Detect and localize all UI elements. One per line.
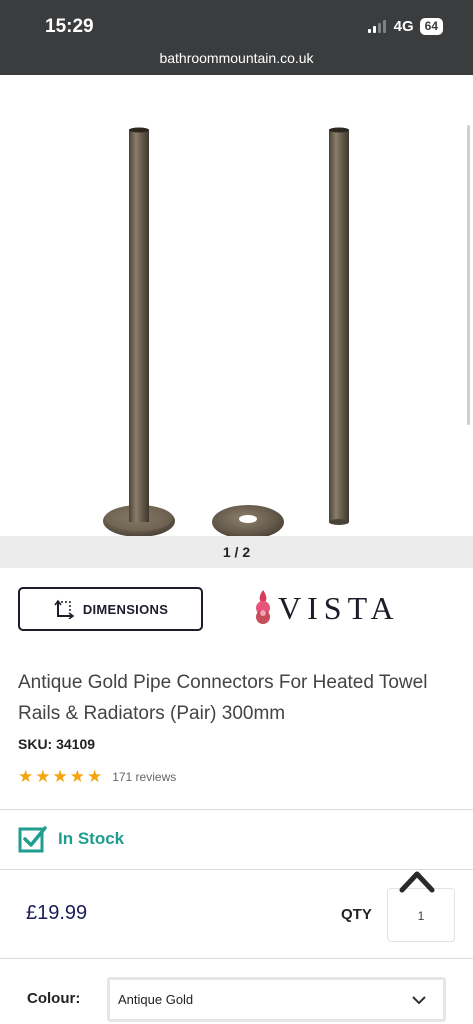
gallery-pager: 1 / 2 xyxy=(0,536,473,568)
battery-icon: 64 xyxy=(419,18,443,35)
divider xyxy=(0,958,473,959)
divider xyxy=(0,809,473,810)
scroll-to-top-button[interactable] xyxy=(394,864,440,903)
colour-select[interactable]: Antique Gold xyxy=(107,977,446,1022)
brand-logo[interactable]: VISTA xyxy=(252,588,400,628)
chevron-up-icon xyxy=(399,871,435,893)
product-image-gallery[interactable]: 1 / 2 xyxy=(0,75,473,568)
dimensions-icon xyxy=(54,599,75,619)
colour-selected-value: Antique Gold xyxy=(118,992,194,1007)
product-title: Antique Gold Pipe Connectors For Heated … xyxy=(18,672,428,724)
product-price: £19.99 xyxy=(26,902,88,924)
address-bar[interactable]: bathroommountain.co.uk xyxy=(0,50,473,66)
status-indicators: 4G 64 xyxy=(367,18,443,35)
signal-icon xyxy=(367,20,388,33)
dimensions-button-label: DIMENSIONS xyxy=(82,601,169,617)
network-type: 4G xyxy=(393,18,414,35)
status-time: 15:29 xyxy=(45,16,94,37)
status-bar: 15:29 4G 64 bathroommountain.co.uk xyxy=(0,0,473,75)
scrollbar[interactable] xyxy=(467,125,470,425)
chevron-down-icon xyxy=(412,996,426,1005)
brand-name: VISTA xyxy=(278,589,400,626)
reviews-link[interactable]: 171 reviews xyxy=(112,770,176,784)
vista-logo-icon xyxy=(256,590,270,624)
stock-status: In Stock xyxy=(18,824,124,854)
checkbox-icon xyxy=(18,826,47,853)
product-image xyxy=(103,127,349,539)
star-rating-icon: ★★★★★ xyxy=(18,767,105,786)
product-sku: SKU: 34109 xyxy=(18,736,96,752)
stock-label: In Stock xyxy=(58,829,125,848)
dimensions-button[interactable]: DIMENSIONS xyxy=(18,587,203,631)
qty-label: QTY xyxy=(341,906,372,923)
colour-label: Colour: xyxy=(27,990,81,1007)
product-rating[interactable]: ★★★★★ 171 reviews xyxy=(18,767,176,787)
product-actions-row: DIMENSIONS VISTA xyxy=(0,568,473,652)
